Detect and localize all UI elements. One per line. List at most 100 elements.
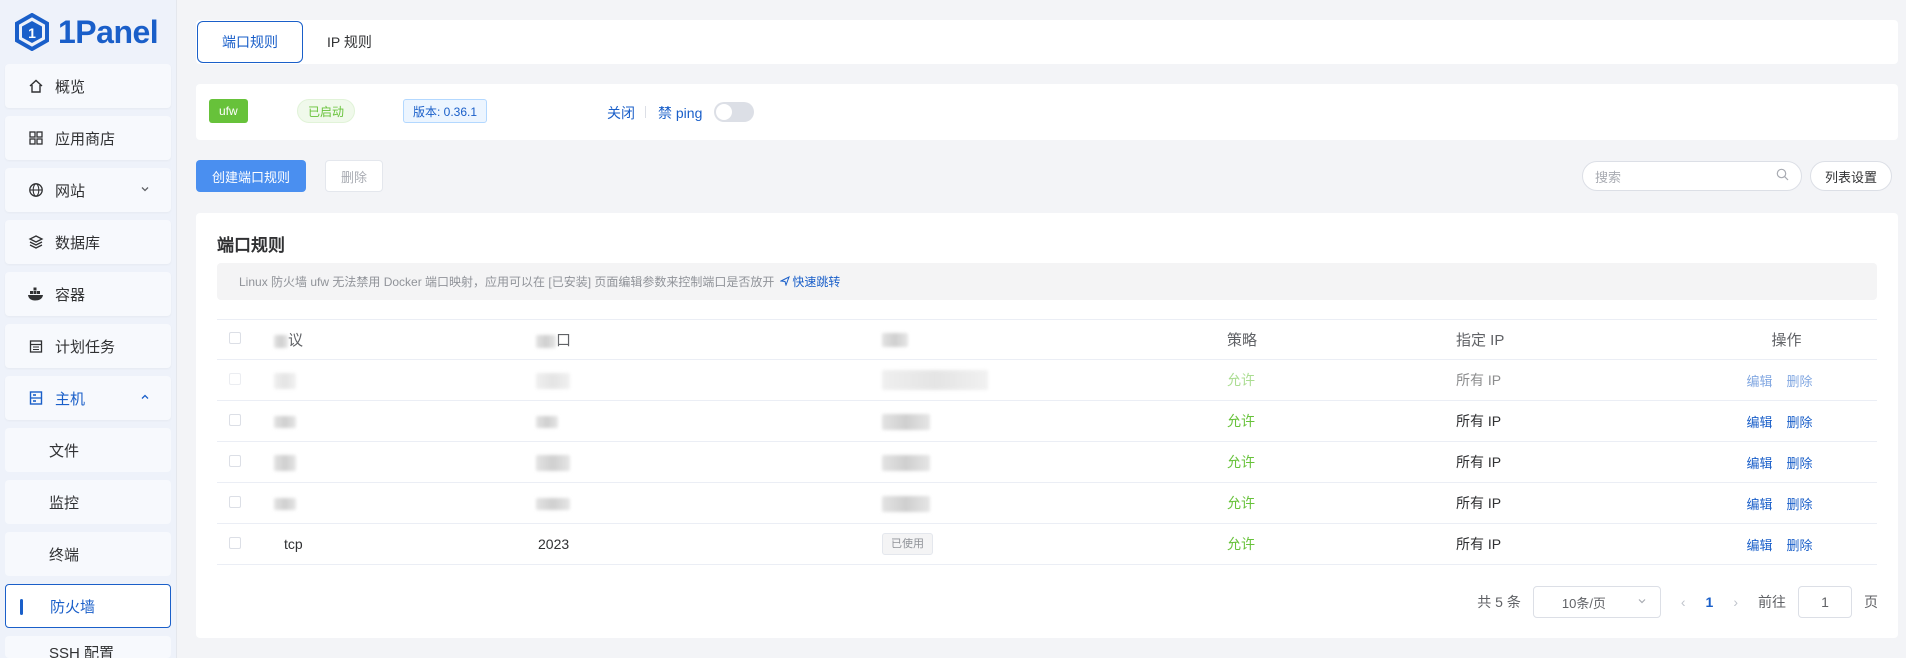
edit-link[interactable]: 编辑 xyxy=(1746,456,1772,471)
sidebar-item-database[interactable]: 数据库 xyxy=(5,220,171,264)
create-port-rule-button[interactable]: 创建端口规则 xyxy=(196,160,307,192)
port-cell xyxy=(536,400,882,442)
row-checkbox-cell xyxy=(217,400,274,442)
svg-text:1: 1 xyxy=(28,25,36,41)
page-number-current[interactable]: 1 xyxy=(1706,594,1714,610)
page-size-select[interactable]: 10条/页 xyxy=(1532,586,1661,618)
sidebar-item-cron[interactable]: 计划任务 xyxy=(5,324,171,368)
search-icon xyxy=(1776,168,1789,184)
sidebar-item-label: 容器 xyxy=(55,286,86,304)
globe-icon xyxy=(27,181,45,199)
tab-port-rules[interactable]: 端口规则 xyxy=(197,21,303,63)
edit-link[interactable]: 编辑 xyxy=(1746,415,1772,430)
status-badge: 已使用 xyxy=(882,533,933,555)
quick-jump-label: 快速跳转 xyxy=(792,275,841,289)
row-checkbox[interactable] xyxy=(229,496,241,508)
blurred-text xyxy=(882,495,930,512)
blurred-text xyxy=(274,334,288,348)
page-suffix: 页 xyxy=(1864,594,1878,610)
row-checkbox[interactable] xyxy=(229,414,241,426)
card-title: 端口规则 xyxy=(217,236,285,255)
row-checkbox[interactable] xyxy=(229,455,241,467)
sidebar-item-host[interactable]: 主机 xyxy=(5,376,171,420)
sidebar-subitem-terminal[interactable]: 终端 xyxy=(5,532,171,576)
edit-link[interactable]: 编辑 xyxy=(1746,497,1772,512)
blurred-text xyxy=(274,454,296,471)
logo[interactable]: 1 1Panel xyxy=(0,0,176,64)
logo-hexagon-icon: 1 xyxy=(12,12,52,52)
sidebar-subitem-monitor[interactable]: 监控 xyxy=(5,480,171,524)
table-row: 允许 所有 IP 编辑 删除 xyxy=(217,441,1877,483)
goto-page-input[interactable]: 1 xyxy=(1798,586,1852,618)
port-rules-table: 议 口 策略 指定 IP 操作 允许 所有 IP 编辑 删除 允许 所有 IP … xyxy=(217,319,1877,565)
delete-link[interactable]: 删除 xyxy=(1787,497,1813,512)
strategy-cell: 允许 xyxy=(1227,482,1456,524)
sidebar-subitem-files[interactable]: 文件 xyxy=(5,428,171,472)
blurred-text xyxy=(882,370,988,390)
ip-value: 所有 IP xyxy=(1456,372,1502,388)
strategy-value: 允许 xyxy=(1227,536,1255,552)
delete-button[interactable]: 删除 xyxy=(325,160,384,192)
delete-link[interactable]: 删除 xyxy=(1787,538,1813,553)
ip-value: 所有 IP xyxy=(1456,454,1502,470)
search-placeholder: 搜索 xyxy=(1595,169,1622,185)
row-checkbox-cell xyxy=(217,482,274,524)
calendar-icon xyxy=(27,337,45,355)
select-all-checkbox[interactable] xyxy=(229,332,241,344)
prev-page-icon[interactable]: ‹ xyxy=(1673,594,1694,610)
ip-cell: 所有 IP xyxy=(1456,482,1696,524)
stop-firewall-link[interactable]: 关闭 xyxy=(607,103,635,123)
protocol-cell: tcp xyxy=(274,523,536,565)
ip-cell: 所有 IP xyxy=(1456,441,1696,483)
ip-cell: 所有 IP xyxy=(1456,400,1696,442)
row-checkbox[interactable] xyxy=(229,373,241,385)
chevron-down-icon xyxy=(1636,595,1648,610)
version-badge: 版本: 0.36.1 xyxy=(403,99,488,123)
strategy-cell: 允许 xyxy=(1227,400,1456,442)
home-icon xyxy=(27,77,45,95)
sidebar: 1 1Panel 概览 应用商店 网站 数据库 容器 计划任务 主机 文件 监控… xyxy=(0,0,177,658)
chevron-up-icon xyxy=(139,390,151,407)
docker-icon xyxy=(27,285,45,303)
next-page-icon[interactable]: › xyxy=(1725,594,1746,610)
delete-link[interactable]: 删除 xyxy=(1787,374,1813,389)
port-cell xyxy=(536,441,882,483)
strategy-value: 允许 xyxy=(1227,495,1255,511)
header-protocol: 议 xyxy=(274,319,536,360)
sidebar-subitem-ssh[interactable]: SSH 配置 xyxy=(5,636,171,658)
status-cell xyxy=(882,359,1227,401)
tab-ip-rules[interactable]: IP 规则 xyxy=(303,21,396,63)
disable-ping-toggle[interactable] xyxy=(714,102,754,122)
header-label: 指定 IP xyxy=(1456,332,1505,349)
header-label: 操作 xyxy=(1771,332,1802,349)
sidebar-item-app-store[interactable]: 应用商店 xyxy=(5,116,171,160)
edit-link[interactable]: 编辑 xyxy=(1746,538,1772,553)
operation-cell: 编辑 删除 xyxy=(1696,400,1877,442)
tab-bar: 端口规则 IP 规则 xyxy=(196,20,1898,64)
row-checkbox[interactable] xyxy=(229,537,241,549)
quick-jump-link[interactable]: 快速跳转 xyxy=(779,273,841,290)
table-row: tcp 2023 已使用 允许 所有 IP 编辑 删除 xyxy=(217,523,1877,565)
blurred-text xyxy=(274,372,296,389)
sidebar-subitem-firewall[interactable]: 防火墙 xyxy=(5,584,171,628)
protocol-cell xyxy=(274,359,536,401)
select-all-cell xyxy=(217,319,274,360)
sidebar-item-label: 计划任务 xyxy=(55,338,116,356)
column-settings-button[interactable]: 列表设置 xyxy=(1810,161,1893,191)
sidebar-item-container[interactable]: 容器 xyxy=(5,272,171,316)
search-input[interactable]: 搜索 xyxy=(1582,161,1802,191)
header-label: 议 xyxy=(288,332,304,349)
delete-link[interactable]: 删除 xyxy=(1787,415,1813,430)
header-status xyxy=(882,319,1227,360)
delete-link[interactable]: 删除 xyxy=(1787,456,1813,471)
operation-cell: 编辑 删除 xyxy=(1696,359,1877,401)
operation-cell: 编辑 删除 xyxy=(1696,441,1877,483)
header-operation: 操作 xyxy=(1696,319,1877,360)
strategy-value: 允许 xyxy=(1227,372,1255,388)
sidebar-item-website[interactable]: 网站 xyxy=(5,168,171,212)
sidebar-item-overview[interactable]: 概览 xyxy=(5,64,171,108)
logo-text: 1Panel xyxy=(58,13,159,50)
sidebar-item-label: 概览 xyxy=(55,78,86,96)
engine-badge: ufw xyxy=(209,99,248,123)
edit-link[interactable]: 编辑 xyxy=(1746,374,1772,389)
